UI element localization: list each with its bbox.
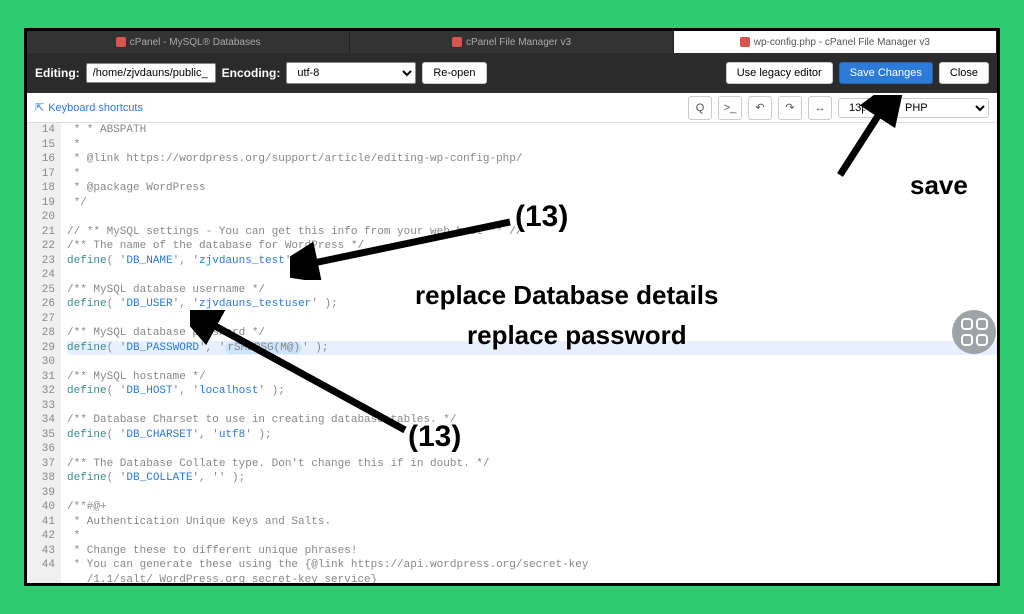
editing-label: Editing:: [35, 66, 80, 80]
save-changes-button[interactable]: Save Changes: [839, 62, 933, 84]
editor-sub-toolbar: ⇱ Keyboard shortcuts Q >_ ↶ ↷ ↔ 13px PHP: [27, 93, 997, 123]
browser-tabs: cPanel - MySQL® Databases cPanel File Ma…: [27, 31, 997, 53]
encoding-label: Encoding:: [222, 66, 281, 80]
keyboard-shortcuts-label: Keyboard shortcuts: [48, 102, 143, 114]
editor-toolbar: Editing: Encoding: utf-8 Re-open Use leg…: [27, 53, 997, 93]
goto-button[interactable]: >_: [718, 96, 742, 120]
encoding-select[interactable]: utf-8: [286, 62, 416, 84]
cpanel-icon: [740, 37, 750, 47]
reopen-button[interactable]: Re-open: [422, 62, 486, 84]
tab-databases[interactable]: cPanel - MySQL® Databases: [27, 31, 350, 53]
keyboard-shortcuts-link[interactable]: ⇱ Keyboard shortcuts: [35, 101, 143, 114]
redo-button[interactable]: ↷: [778, 96, 802, 120]
undo-button[interactable]: ↶: [748, 96, 772, 120]
wrap-button[interactable]: ↔: [808, 96, 832, 120]
cpanel-icon: [116, 37, 126, 47]
close-button[interactable]: Close: [939, 62, 989, 84]
code-content[interactable]: * * ABSPATH * * @link https://wordpress.…: [61, 123, 997, 583]
fontsize-select[interactable]: 13px: [838, 98, 888, 118]
cpanel-icon: [452, 37, 462, 47]
tab-label: cPanel - MySQL® Databases: [130, 37, 261, 48]
legacy-editor-button[interactable]: Use legacy editor: [726, 62, 833, 84]
code-editor[interactable]: 1415161718192021222324252627282930313233…: [27, 123, 997, 583]
tab-filemanager[interactable]: cPanel File Manager v3: [350, 31, 673, 53]
floating-app-widget[interactable]: [952, 310, 996, 354]
tab-wpconfig[interactable]: wp-config.php - cPanel File Manager v3: [674, 31, 997, 53]
external-link-icon: ⇱: [35, 101, 44, 114]
tab-label: cPanel File Manager v3: [466, 37, 571, 48]
file-path-input[interactable]: [86, 63, 216, 83]
language-select[interactable]: PHP: [894, 98, 989, 118]
search-button[interactable]: Q: [688, 96, 712, 120]
line-number-gutter: 1415161718192021222324252627282930313233…: [27, 123, 61, 583]
tab-label: wp-config.php - cPanel File Manager v3: [754, 37, 930, 48]
